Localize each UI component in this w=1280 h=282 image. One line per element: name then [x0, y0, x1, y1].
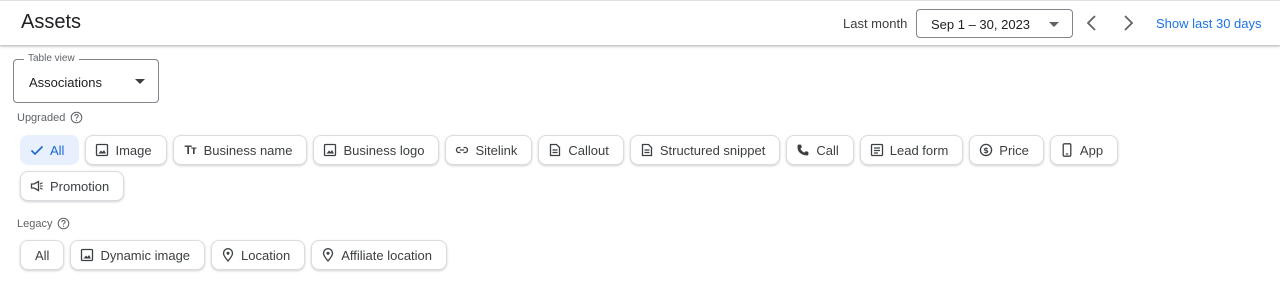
chip-label: Lead form: [889, 142, 949, 158]
chip-label: Price: [999, 142, 1029, 158]
chip-price[interactable]: $ Price: [969, 135, 1044, 165]
table-view-value: Associations: [29, 75, 102, 90]
chip-label: Call: [816, 142, 839, 158]
text-icon: Tт: [184, 143, 196, 157]
image-icon: [324, 143, 337, 157]
chip-structured-snippet[interactable]: Structured snippet: [629, 135, 781, 165]
document-icon: [550, 143, 561, 157]
upgraded-chip-row-2: Promotion: [20, 171, 125, 201]
legacy-chip-row: All Dynamic image Location Affiliate loc…: [20, 240, 448, 270]
price-icon: $: [980, 143, 993, 157]
chip-dynamic-image[interactable]: Dynamic image: [70, 240, 206, 270]
chip-label: Image: [115, 142, 152, 158]
chip-callout[interactable]: Callout: [538, 135, 624, 165]
date-range-value: Sep 1 – 30, 2023: [931, 17, 1031, 32]
page-header: Assets Last month Sep 1 – 30, 2023 Show …: [0, 0, 1280, 45]
check-icon: [30, 145, 44, 156]
upgraded-section-label: Upgraded: [17, 111, 83, 124]
chip-label: Promotion: [50, 178, 110, 194]
chip-label: Dynamic image: [100, 247, 191, 263]
chip-business-name[interactable]: Tт Business name: [172, 135, 308, 165]
link-icon: [456, 146, 469, 154]
chip-location[interactable]: Location: [211, 240, 306, 270]
chip-affiliate-location[interactable]: Affiliate location: [311, 240, 448, 270]
chip-label: Business name: [203, 142, 293, 158]
chip-call[interactable]: Call: [786, 135, 854, 165]
image-icon: [96, 143, 109, 157]
chip-business-logo[interactable]: Business logo: [313, 135, 440, 165]
chip-lead-form[interactable]: Lead form: [859, 135, 964, 165]
phone-icon: [797, 144, 809, 156]
chip-label: All: [35, 247, 50, 263]
chip-label: Structured snippet: [659, 142, 766, 158]
chip-promotion[interactable]: Promotion: [20, 171, 125, 201]
mobile-icon: [1062, 143, 1072, 157]
date-range-select[interactable]: Sep 1 – 30, 2023: [916, 9, 1073, 38]
page-title: Assets: [21, 11, 82, 33]
chevron-right-icon[interactable]: [1118, 13, 1138, 33]
dropdown-arrow-icon: [135, 79, 145, 84]
table-view-label: Table view: [24, 53, 79, 64]
chip-label: Callout: [568, 142, 609, 158]
chip-image[interactable]: Image: [85, 135, 167, 165]
help-icon[interactable]: [57, 217, 70, 230]
chip-label: Location: [241, 247, 291, 263]
image-icon: [81, 248, 94, 262]
pin-icon: [323, 248, 334, 262]
chip-legacy-all[interactable]: All: [20, 240, 65, 270]
chip-label: Affiliate location: [341, 247, 433, 263]
svg-text:$: $: [984, 146, 990, 155]
chip-upgraded-all[interactable]: All: [20, 135, 80, 165]
document-icon: [641, 143, 652, 157]
show-last-30-days-link[interactable]: Show last 30 days: [1156, 16, 1262, 31]
chip-sitelink[interactable]: Sitelink: [445, 135, 533, 165]
chip-label: All: [50, 142, 65, 158]
legacy-label: Legacy: [17, 217, 53, 230]
table-view-select[interactable]: Table view Associations: [13, 53, 159, 103]
date-range-label: Last month: [843, 16, 908, 31]
chip-label: Sitelink: [475, 142, 518, 158]
form-icon: [870, 143, 883, 157]
dropdown-arrow-icon: [1049, 22, 1059, 27]
chip-app[interactable]: App: [1049, 135, 1119, 165]
pin-icon: [222, 248, 234, 262]
upgraded-label: Upgraded: [17, 111, 66, 124]
help-icon[interactable]: [70, 111, 83, 124]
chip-label: Business logo: [343, 142, 425, 158]
legacy-section-label: Legacy: [17, 217, 70, 230]
chip-label: App: [1079, 142, 1104, 158]
megaphone-icon: [30, 180, 43, 192]
upgraded-chip-row-1: All Image Tт Business name Business logo…: [20, 135, 1119, 165]
chevron-left-icon[interactable]: [1082, 13, 1102, 33]
